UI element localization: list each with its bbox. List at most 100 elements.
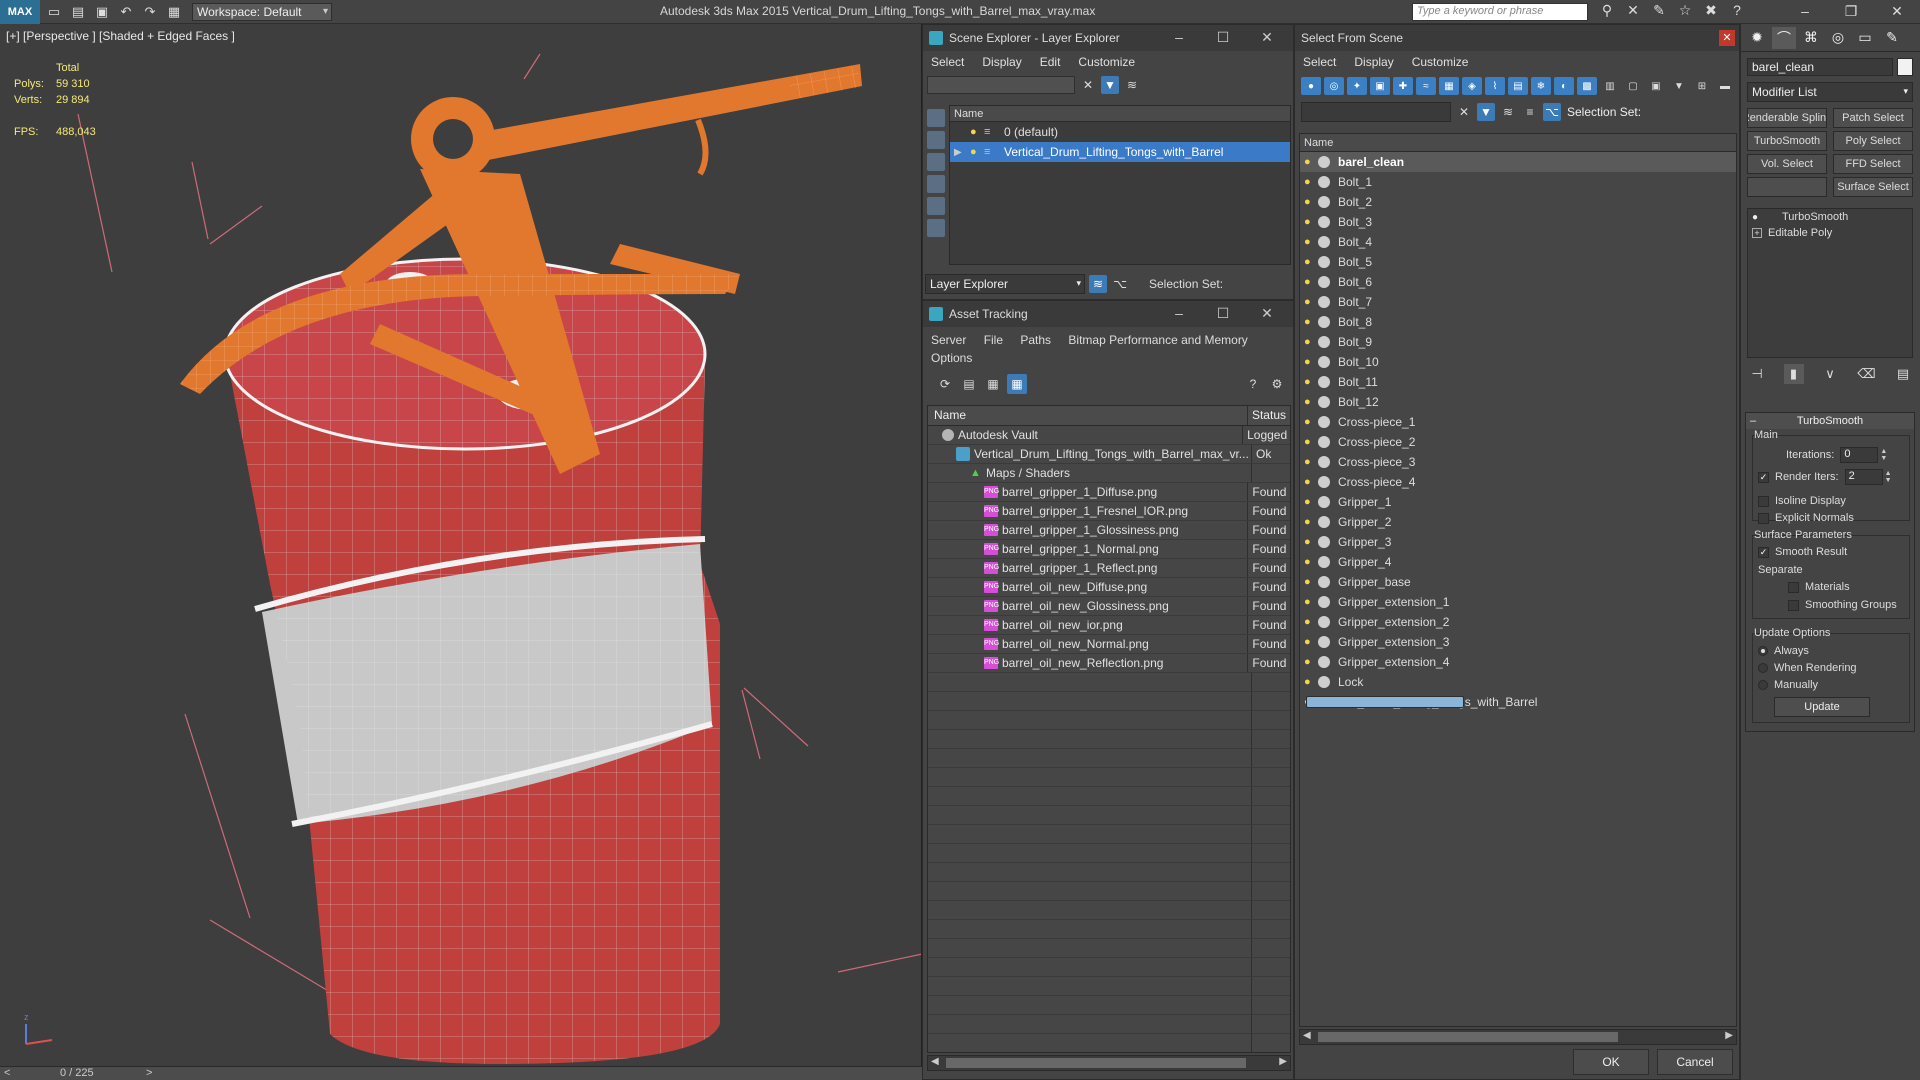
spinner-arrows-icon[interactable]: ▲ ▼ xyxy=(1885,470,1892,484)
minimize-button[interactable]: – xyxy=(1782,0,1828,24)
ffd-select-button[interactable]: FFD Select xyxy=(1833,154,1913,174)
object-row[interactable]: ● Bolt_9 xyxy=(1300,332,1736,352)
minimize-button[interactable]: – xyxy=(1157,29,1201,46)
scene-explorer-titlebar[interactable]: Scene Explorer - Layer Explorer – ☐ ✕ xyxy=(923,25,1293,51)
lightbulb-icon[interactable]: ● xyxy=(1304,316,1314,328)
lightbulb-icon[interactable]: ● xyxy=(1304,676,1314,688)
stack-item-editable-poly[interactable]: + Editable Poly xyxy=(1748,225,1912,241)
object-list-header[interactable]: Name xyxy=(1300,134,1736,152)
select-none-icon[interactable]: ▢ xyxy=(1623,77,1643,95)
search-input[interactable]: Type a keyword or phrase xyxy=(1412,3,1588,21)
object-row[interactable]: ● Gripper_2 xyxy=(1300,512,1736,532)
render-iters-checkbox[interactable]: ✓ xyxy=(1758,471,1769,483)
viewport-label[interactable]: [+] [Perspective ] [Shaded + Edged Faces… xyxy=(6,29,235,43)
menu-paths[interactable]: Paths xyxy=(1020,333,1051,347)
settings-icon[interactable]: ⚙ xyxy=(1267,374,1287,394)
object-row[interactable]: ● Bolt_6 xyxy=(1300,272,1736,292)
display-objects-icon[interactable] xyxy=(927,109,945,127)
when-rendering-radio[interactable] xyxy=(1758,663,1768,673)
bulb-toggle-icon[interactable]: ● xyxy=(1752,212,1764,223)
surface-select-button[interactable]: Surface Select xyxy=(1833,177,1913,197)
display-lights-icon[interactable] xyxy=(927,175,945,193)
object-row[interactable]: ● Bolt_7 xyxy=(1300,292,1736,312)
column-name[interactable]: Name xyxy=(928,406,1248,425)
tools-icon[interactable]: ✕ xyxy=(1620,2,1646,19)
hierarchy-icon[interactable]: ⊞ xyxy=(1692,77,1712,95)
thumbnail-view-icon[interactable]: ▦ xyxy=(983,374,1003,394)
filter-icon[interactable]: ▼ xyxy=(1669,77,1689,95)
always-radio[interactable] xyxy=(1758,646,1768,656)
object-row[interactable]: ● barel_clean xyxy=(1300,152,1736,172)
scroll-right-arrow-icon[interactable]: ▶ xyxy=(1279,1056,1287,1067)
isoline-checkbox[interactable] xyxy=(1758,495,1769,507)
pin-icon[interactable]: ✎ xyxy=(1646,2,1672,19)
poly-select-button[interactable]: Poly Select xyxy=(1833,131,1913,151)
layers-toggle-icon[interactable]: ≋ xyxy=(1089,275,1107,293)
time-prev-arrow[interactable]: < xyxy=(4,1067,10,1079)
asset-row[interactable]: PNG barrel_gripper_1_Glossiness.png Found xyxy=(928,521,1290,540)
lightbulb-icon[interactable]: ● xyxy=(1304,156,1314,168)
horizontal-scrollbar[interactable]: ◀ ▶ xyxy=(1299,1029,1737,1045)
utilities-tab-icon[interactable]: ✎ xyxy=(1880,27,1904,49)
object-row[interactable]: ● Bolt_12 xyxy=(1300,392,1736,412)
object-row[interactable]: ● Gripper_4 xyxy=(1300,552,1736,572)
lightbulb-icon[interactable]: ● xyxy=(1304,596,1314,608)
create-tab-icon[interactable]: ✹ xyxy=(1745,27,1769,49)
turbosmooth-rollout-header[interactable]: – TurboSmooth xyxy=(1746,413,1914,429)
expand-arrow-icon[interactable]: ▶ xyxy=(954,147,966,158)
asset-row[interactable]: PNG barrel_gripper_1_Normal.png Found xyxy=(928,540,1290,559)
lightbulb-icon[interactable]: ● xyxy=(970,146,980,158)
menu-customize[interactable]: Customize xyxy=(1412,55,1469,69)
layer-display-icon[interactable]: ≡ xyxy=(1521,103,1539,121)
help-icon[interactable]: ? xyxy=(1243,374,1263,394)
layer-row-default[interactable]: ● ≡ 0 (default) xyxy=(950,122,1290,142)
asset-row[interactable]: PNG barrel_gripper_1_Fresnel_IOR.png Found xyxy=(928,502,1290,521)
show-end-result-icon[interactable]: ▮ xyxy=(1783,364,1804,384)
asset-row[interactable]: Vertical_Drum_Lifting_Tongs_with_Barrel_… xyxy=(928,445,1290,464)
pin-stack-icon[interactable]: ⊣ xyxy=(1747,364,1767,384)
lightbulb-icon[interactable]: ● xyxy=(1304,216,1314,228)
time-slider[interactable]: < 0 / 225 > xyxy=(0,1066,922,1080)
clear-filter-icon[interactable]: ✕ xyxy=(1455,103,1473,121)
materials-checkbox[interactable] xyxy=(1788,581,1799,593)
lightbulb-icon[interactable]: ● xyxy=(1304,656,1314,668)
object-row[interactable]: ● Bolt_5 xyxy=(1300,252,1736,272)
star-icon[interactable]: ☆ xyxy=(1672,2,1698,19)
layers-icon[interactable]: ≋ xyxy=(1499,103,1517,121)
object-row[interactable]: ● Gripper_base xyxy=(1300,572,1736,592)
object-filter-input[interactable] xyxy=(1301,102,1451,122)
object-row[interactable]: ● Cross-piece_1 xyxy=(1300,412,1736,432)
lightbulb-icon[interactable]: ● xyxy=(1304,376,1314,388)
object-color-swatch[interactable] xyxy=(1897,58,1913,76)
lightbulb-icon[interactable]: ● xyxy=(1304,196,1314,208)
asset-row[interactable]: PNG barrel_gripper_1_Diffuse.png Found xyxy=(928,483,1290,502)
asset-row[interactable]: PNG barrel_oil_new_Glossiness.png Found xyxy=(928,597,1290,616)
object-row[interactable]: ● Bolt_4 xyxy=(1300,232,1736,252)
lightbulb-icon[interactable]: ● xyxy=(1304,636,1314,648)
menu-server[interactable]: Server xyxy=(931,333,966,347)
display-geometry-icon[interactable] xyxy=(927,131,945,149)
filter-icon[interactable]: ▼ xyxy=(1101,76,1119,94)
scroll-left-arrow-icon[interactable]: ◀ xyxy=(1303,1030,1311,1041)
cancel-button[interactable]: Cancel xyxy=(1657,1049,1733,1075)
perspective-viewport[interactable]: z [+] [Perspective ] [Shaded + Edged Fac… xyxy=(0,24,922,1066)
asset-row[interactable]: PNG barrel_oil_new_Reflection.png Found xyxy=(928,654,1290,673)
manually-radio[interactable] xyxy=(1758,680,1768,690)
scene-filter-input[interactable] xyxy=(927,76,1075,94)
scrollbar-thumb[interactable] xyxy=(1318,1032,1618,1042)
new-file-icon[interactable]: ▭ xyxy=(44,3,64,21)
display-shapes-icon[interactable]: ◎ xyxy=(1324,77,1344,95)
display-tab-icon[interactable]: ▭ xyxy=(1853,27,1877,49)
scrollbar-thumb[interactable] xyxy=(946,1058,1246,1068)
scroll-right-arrow-icon[interactable]: ▶ xyxy=(1725,1030,1733,1041)
lightbulb-icon[interactable]: ● xyxy=(1304,556,1314,568)
configure-modifier-sets-icon[interactable]: ▤ xyxy=(1893,364,1913,384)
filter-toggle-icon[interactable]: ▼ xyxy=(1477,103,1495,121)
lightbulb-icon[interactable]: ● xyxy=(970,126,980,138)
object-row[interactable]: ●Vertical_Drum_Lifting_Tongs_with_Barrel xyxy=(1300,692,1736,712)
lightbulb-icon[interactable]: ● xyxy=(1304,296,1314,308)
workspace-dropdown[interactable]: Workspace: Default ▾ xyxy=(192,2,332,21)
update-button[interactable]: Update xyxy=(1774,697,1870,717)
object-row[interactable]: ● Cross-piece_2 xyxy=(1300,432,1736,452)
hierarchy-view-icon[interactable]: ⌥ xyxy=(1543,103,1561,121)
